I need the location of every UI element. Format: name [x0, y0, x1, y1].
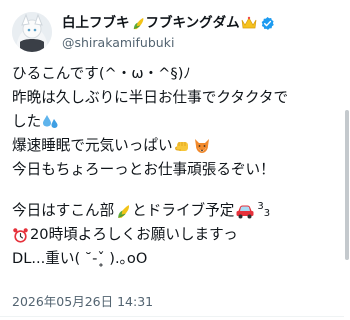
sweat-drops-emoji: [42, 113, 60, 131]
tweet-header: 白上フブキ フブキングダム @shirakamifubuki: [12, 10, 332, 54]
tweet-line-3: した: [12, 110, 338, 134]
tweet-text: 20時頃よろしくお願いしますっ: [30, 226, 238, 243]
divider: [0, 316, 350, 317]
corn-emoji: [131, 16, 146, 31]
tweet-line-4: 爆速睡眠で元気いっぱい: [12, 134, 338, 158]
avatar[interactable]: [12, 12, 52, 52]
tweet-text: DL...重い( ˘-ˇ̥ ).｡oO: [12, 250, 148, 267]
tweet-text: 爆速睡眠で元気いっぱい: [12, 137, 173, 154]
author-handle[interactable]: @shirakamifubuki: [62, 35, 275, 51]
tweet-timestamp[interactable]: 2026年05月26日 14:31: [12, 291, 153, 310]
subscript-three: 3: [263, 208, 271, 219]
fox-emoji: [193, 137, 211, 155]
name-row: 白上フブキ フブキングダム: [62, 14, 275, 32]
car-emoji: [235, 203, 255, 219]
tweet-line-5: 今日もちょろーっとお仕事頑張るぞい！: [12, 158, 338, 182]
display-name-suffix[interactable]: フブキングダム: [146, 14, 240, 32]
tweet-body: ひるこんです(^・ω・^§)ﾉ 昨晩は久しぶりに半日お仕事でクタクタで した 爆…: [12, 62, 338, 271]
tweet-line-6: 今日はすこん部 とドライブ予定 3 3: [12, 199, 338, 223]
tweet-card: 白上フブキ フブキングダム @shirakamifubuki ひるこんです(^・…: [0, 0, 350, 320]
crown-emoji: [241, 16, 257, 30]
tweet-text: した: [12, 113, 42, 130]
display-name[interactable]: 白上フブキ: [62, 14, 130, 32]
tweet-text: 昨晩は久しぶりに半日お仕事でクタクタで: [12, 89, 289, 106]
author-block: 白上フブキ フブキングダム @shirakamifubuki: [62, 14, 275, 51]
tweet-text: ひるこんです(^・ω・^§)ﾉ: [12, 65, 191, 82]
tweet-line-2: 昨晩は久しぶりに半日お仕事でクタクタで: [12, 86, 338, 110]
verified-badge-icon: [260, 16, 275, 31]
tweet-text: とドライブ予定: [132, 202, 235, 219]
corn-emoji: [115, 203, 132, 220]
tweet-text: 今日もちょろーっとお仕事頑張るぞい！: [12, 161, 275, 178]
tweet-line-1: ひるこんです(^・ω・^§)ﾉ: [12, 62, 338, 86]
fist-emoji: [174, 137, 192, 155]
tweet-text: 今日はすこん部: [12, 202, 115, 219]
tweet-line-8: DL...重い( ˘-ˇ̥ ).｡oO: [12, 247, 338, 271]
scrollbar-thumb[interactable]: [345, 110, 349, 260]
alarm-clock-emoji: [12, 227, 29, 244]
scrollbar[interactable]: [344, 0, 350, 320]
tweet-line-7: 20時頃よろしくお願いしますっ: [12, 223, 338, 247]
